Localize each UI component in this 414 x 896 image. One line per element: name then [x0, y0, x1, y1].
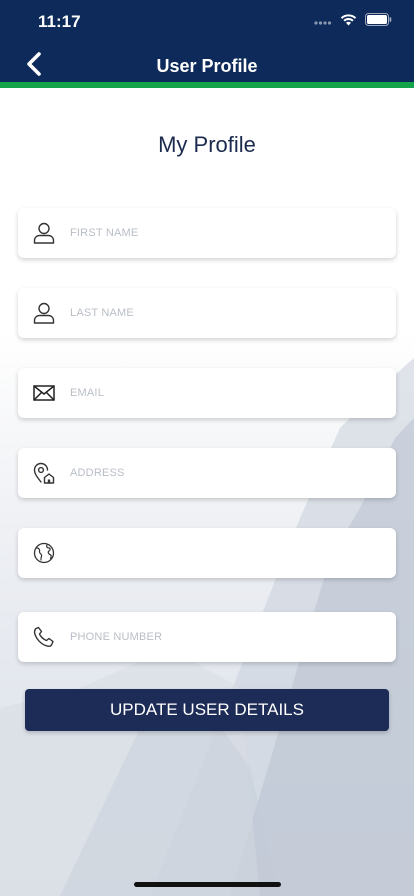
person-icon [18, 288, 70, 338]
envelope-icon [18, 368, 70, 418]
header-title: User Profile [156, 56, 258, 76]
email-field[interactable] [18, 368, 396, 418]
globe-icon [18, 528, 70, 578]
address-input[interactable] [70, 453, 370, 493]
last-name-input[interactable] [70, 293, 370, 333]
battery-icon [365, 13, 392, 31]
country-field[interactable] [18, 528, 396, 578]
person-icon [18, 208, 70, 258]
email-input[interactable] [70, 373, 370, 413]
country-input[interactable] [70, 533, 370, 573]
page-title: My Profile [158, 132, 256, 157]
status-time: 11:17 [38, 12, 81, 31]
phone-number-field[interactable] [18, 612, 396, 662]
address-field[interactable] [18, 448, 396, 498]
status-icons [314, 12, 392, 32]
wifi-icon [340, 13, 357, 31]
first-name-input[interactable] [70, 213, 370, 253]
phone-icon [18, 612, 70, 662]
update-user-details-button[interactable]: UPDATE USER DETAILS [25, 689, 389, 731]
location-home-icon [18, 448, 70, 498]
home-indicator[interactable] [134, 882, 281, 887]
header-accent-bar [0, 82, 414, 88]
navigation-header: 11:17 User Profile [0, 0, 414, 82]
phone-number-input[interactable] [70, 617, 370, 657]
last-name-field[interactable] [18, 288, 396, 338]
first-name-field[interactable] [18, 208, 396, 258]
signal-icon [314, 13, 332, 31]
